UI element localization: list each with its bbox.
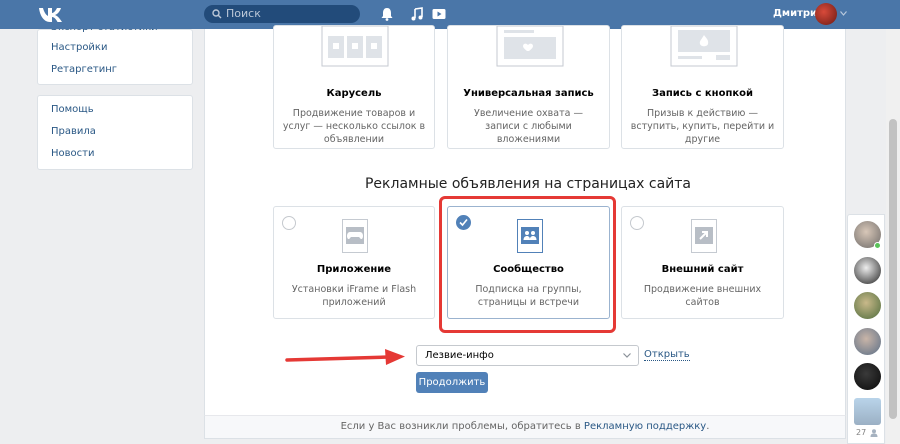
user-avatar[interactable] <box>815 3 837 25</box>
sidebar-item-help[interactable]: Помощь <box>51 104 94 115</box>
friend-avatar[interactable] <box>854 363 881 390</box>
video-icon[interactable] <box>432 7 446 21</box>
sidebar-item-settings[interactable]: Настройки <box>51 42 107 53</box>
bell-icon[interactable] <box>380 7 394 21</box>
vk-logo[interactable] <box>38 6 64 23</box>
post-with-button-illustration <box>670 26 738 67</box>
community-select-value: Лезвие-инфо <box>425 350 494 361</box>
sidebar-item-retargeting[interactable]: Ретаргетинг <box>51 64 117 75</box>
sidebar-menu-help: Помощь Правила Новости <box>37 95 193 170</box>
card-title: Приложение <box>316 264 392 275</box>
universal-post-illustration <box>496 26 564 67</box>
highlight-frame <box>439 196 616 333</box>
search-icon <box>212 9 222 19</box>
card-desc: Продвижение товаров и услуг — несколько … <box>282 108 426 145</box>
annotation-arrow <box>285 349 405 365</box>
card-title: Внешний сайт <box>661 264 744 275</box>
friends-rail: 27 <box>847 214 885 444</box>
friend-avatar[interactable] <box>854 292 881 319</box>
scrollbar-thumb[interactable] <box>889 119 897 419</box>
footer-text-before: Если у Вас возникли проблемы, обратитесь… <box>340 421 584 432</box>
card-external-site[interactable]: Внешний сайт Продвижение внешних сайтов <box>621 206 784 319</box>
gamepad-icon <box>342 219 368 253</box>
friend-avatar[interactable] <box>854 398 881 425</box>
search-placeholder: Поиск <box>226 7 261 20</box>
user-icon <box>870 429 878 437</box>
card-desc: Установки iFrame и Flash приложений <box>291 284 417 308</box>
online-count: 27 <box>856 428 867 437</box>
carousel-illustration <box>321 26 389 67</box>
card-title: Запись с кнопкой <box>651 88 754 99</box>
chevron-down-icon[interactable] <box>840 11 847 16</box>
card-desc: Продвижение внешних сайтов <box>643 284 762 308</box>
footer-bar: Если у Вас возникли проблемы, обратитесь… <box>204 415 846 439</box>
section-title: Рекламные объявления на страницах сайта <box>364 176 692 192</box>
radio-application[interactable] <box>282 216 296 230</box>
ads-support-link[interactable]: Рекламную поддержку <box>584 421 706 432</box>
card-application[interactable]: Приложение Установки iFrame и Flash прил… <box>273 206 435 319</box>
card-post-with-button[interactable]: Запись с кнопкой Призыв к действию — вст… <box>621 25 784 149</box>
open-community-link[interactable]: Открыть <box>644 349 690 361</box>
footer-text: Если у Вас возникли проблемы, обратитесь… <box>205 421 845 432</box>
card-desc: Призыв к действию — вступить, купить, пе… <box>630 108 775 145</box>
sidebar-item-news[interactable]: Новости <box>51 148 94 159</box>
card-title: Универсальная запись <box>463 88 594 99</box>
arrow-upright-icon <box>691 219 717 253</box>
card-universal-post[interactable]: Универсальная запись Увеличение охвата —… <box>447 25 610 149</box>
chevron-down-icon <box>623 353 631 358</box>
card-title: Карусель <box>326 88 382 99</box>
radio-external-site[interactable] <box>630 216 644 230</box>
sidebar-menu-ads: Экспорт статистики Настройки Ретаргетинг <box>37 22 193 85</box>
footer-text-after: . <box>706 421 710 432</box>
card-desc: Увеличение охвата — записи с любыми влож… <box>474 108 583 145</box>
page-scrollbar[interactable] <box>886 29 900 444</box>
sidebar-item-rules[interactable]: Правила <box>51 126 96 137</box>
friend-avatar[interactable] <box>854 328 881 355</box>
search-input[interactable]: Поиск <box>204 5 360 23</box>
online-indicator <box>874 242 881 249</box>
friend-avatar[interactable] <box>854 257 881 284</box>
continue-button[interactable]: Продолжить <box>416 372 488 393</box>
music-icon[interactable] <box>410 7 424 21</box>
card-carousel[interactable]: Карусель Продвижение товаров и услуг — н… <box>273 25 435 149</box>
community-select[interactable]: Лезвие-инфо <box>416 345 639 366</box>
